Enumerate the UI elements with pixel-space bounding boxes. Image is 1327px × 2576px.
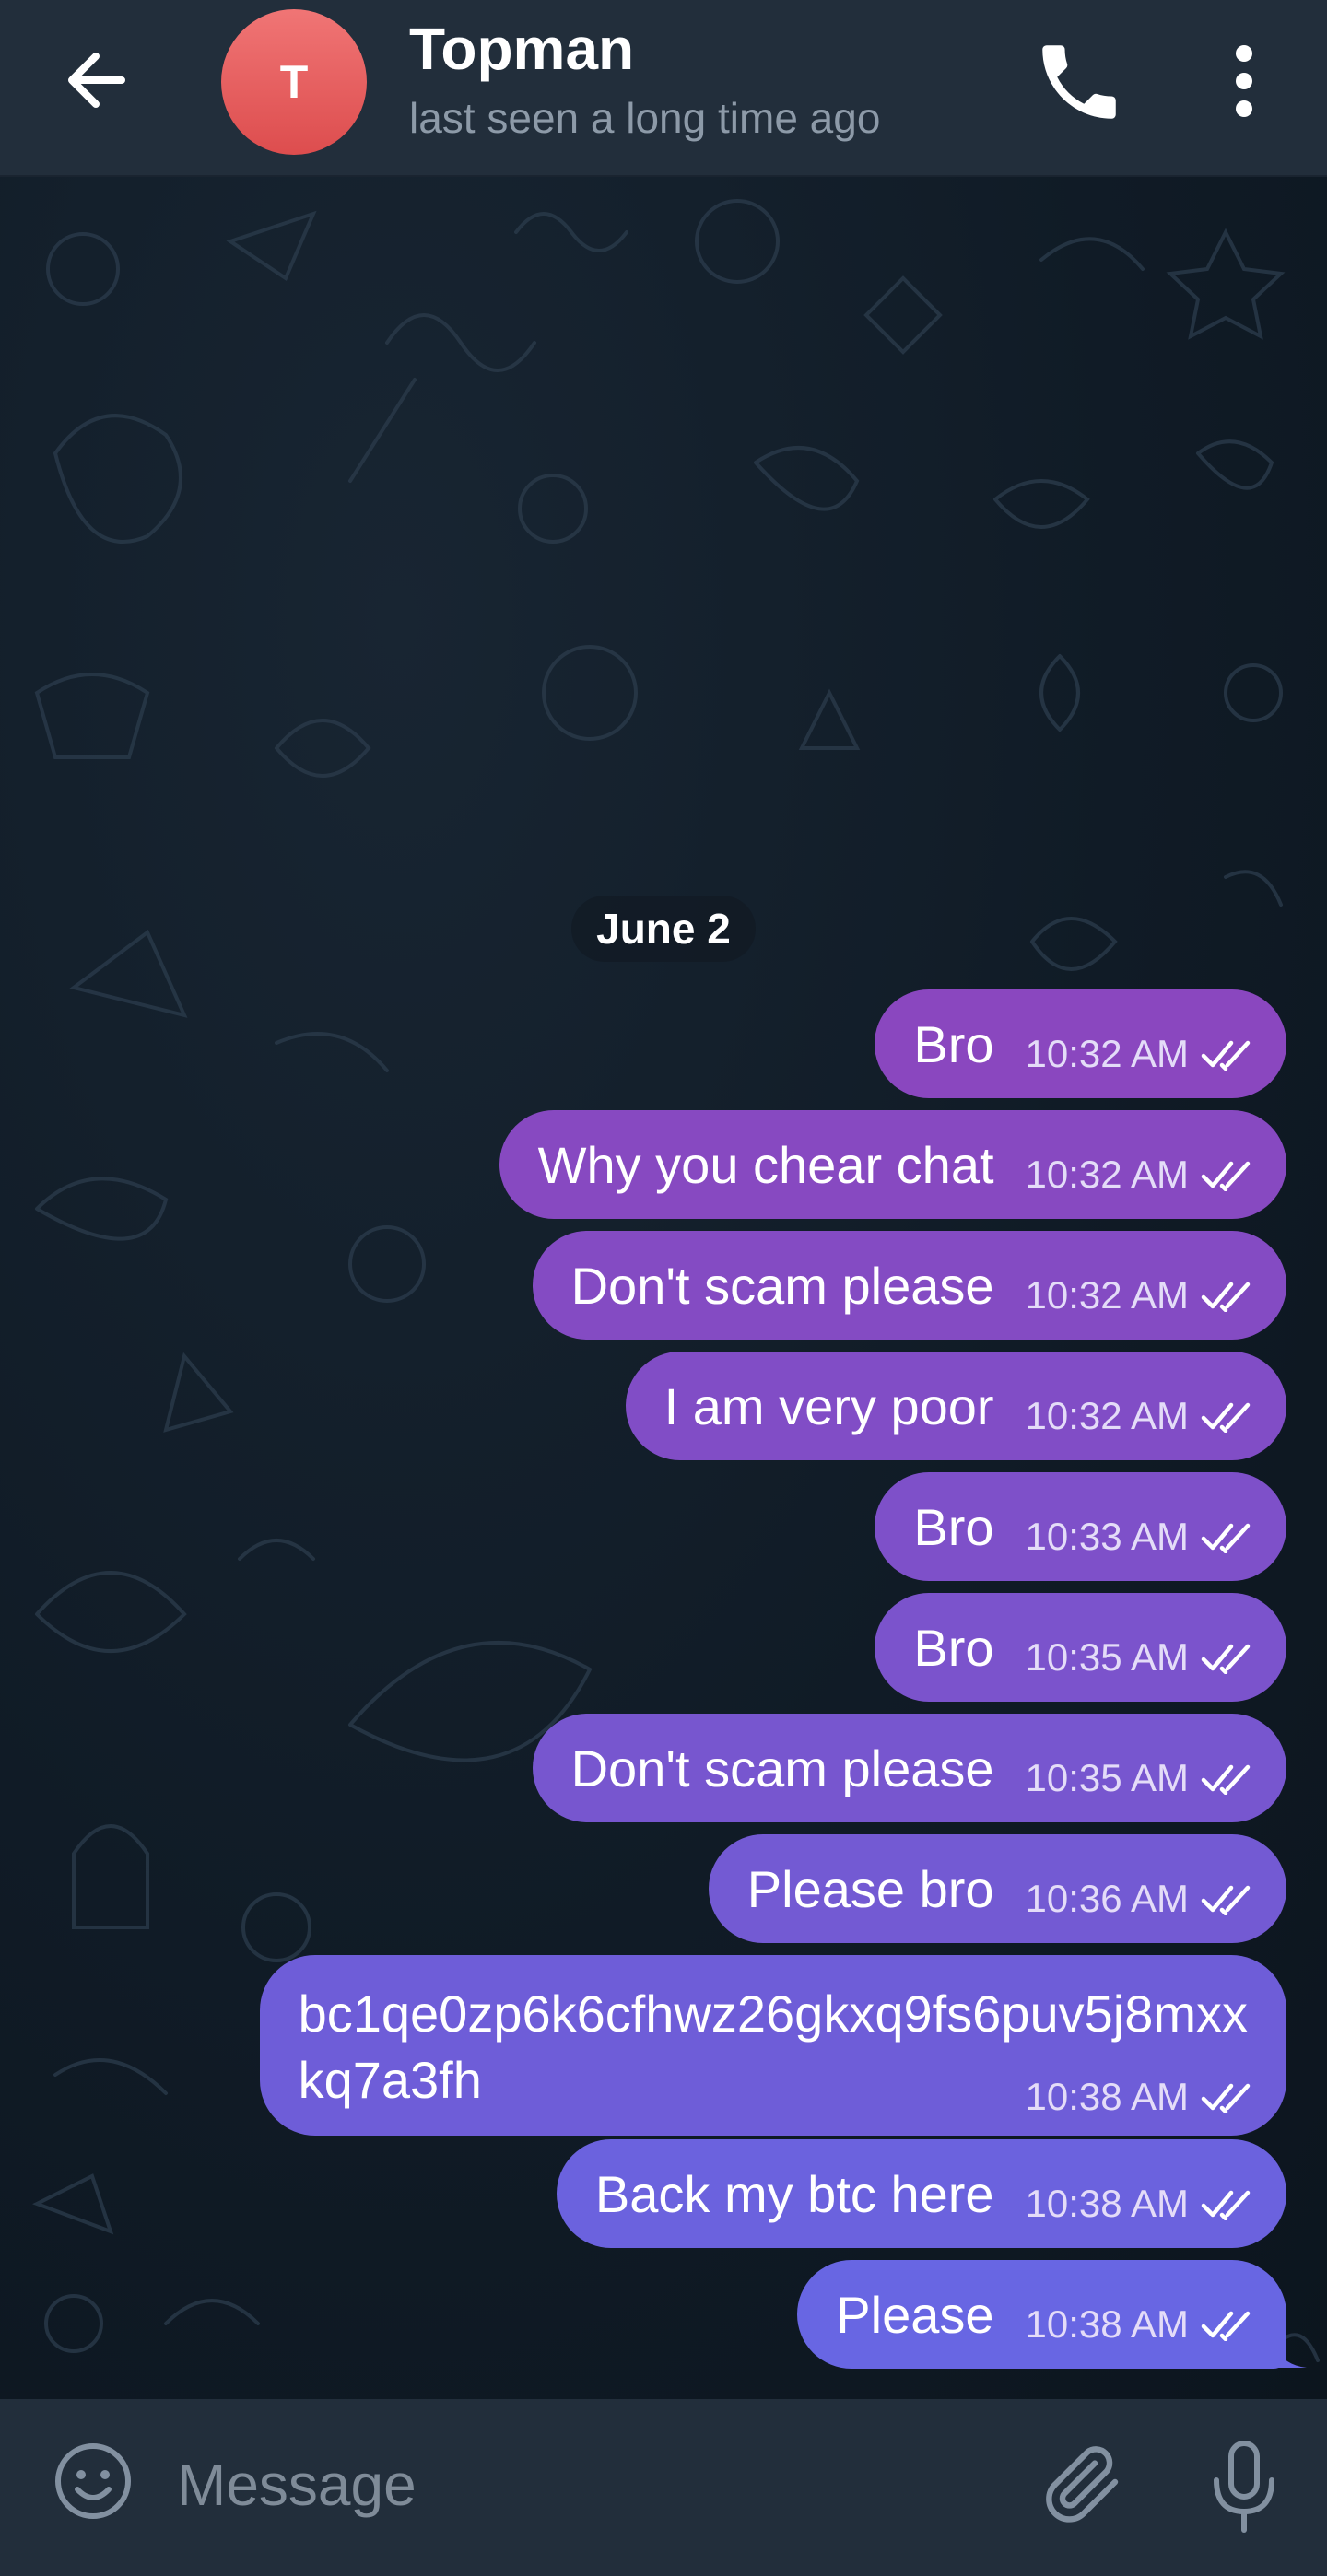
voice-message-button[interactable] [1204,2436,1285,2537]
emoji-icon [55,2443,131,2519]
contact-name[interactable]: Topman [409,15,634,83]
message-meta: 10:32 AM [1026,1394,1261,1438]
message-meta: 10:38 AM [1026,2302,1261,2347]
paperclip-icon [1046,2446,1119,2523]
message-meta: 10:33 AM [1026,1515,1261,1559]
attach-button[interactable] [1038,2436,1126,2532]
last-seen-status: last seen a long time ago [409,94,881,142]
phone-icon [1042,45,1116,119]
message-text: Please bro [746,1859,994,1918]
message-meta: 10:38 AM [1026,2075,1261,2119]
message-text: I am very poor [664,1376,994,1435]
message-time: 10:32 AM [1025,1394,1189,1437]
read-double-check-icon [1201,1161,1251,1191]
message-time: 10:35 AM [1025,1756,1189,1799]
message-time: 10:38 AM [1025,2182,1189,2225]
read-double-check-icon [1201,1040,1251,1071]
message-bubble[interactable]: Back my btc here 10:38 AM [556,2139,1286,2248]
message-bubble[interactable]: Please bro 10:36 AM [708,1834,1286,1943]
avatar-initial: T [279,56,309,108]
message-time: 10:33 AM [1025,1515,1189,1558]
message-bubble[interactable]: Bro 10:35 AM [875,1593,1286,1702]
read-double-check-icon [1201,1282,1251,1312]
read-double-check-icon [1201,2190,1251,2220]
message-bubble[interactable]: bc1qe0zp6k6cfhwz26gkxq9fs6puv5j8mxx kq7a… [259,1955,1286,2136]
message-bubble[interactable]: Bro 10:32 AM [875,989,1286,1098]
more-options-button[interactable] [1207,33,1281,131]
message-time: 10:36 AM [1025,1877,1189,1920]
read-double-check-icon [1201,1644,1251,1674]
back-button[interactable] [48,41,140,134]
read-double-check-icon [1201,1402,1251,1433]
microphone-icon [1214,2441,1274,2533]
message-time: 10:32 AM [1025,1273,1189,1317]
message-time: 10:38 AM [1025,2302,1189,2346]
message-input[interactable] [175,2438,1008,2532]
message-meta: 10:32 AM [1026,1273,1261,1317]
message-meta: 10:32 AM [1026,1153,1261,1197]
message-time: 10:38 AM [1025,2075,1189,2118]
message-text: Bro [913,1497,994,1556]
date-separator: June 2 [571,896,756,962]
message-text: Please [836,2285,994,2344]
bubble-tail [1272,2333,1307,2368]
message-text: Bro [913,1014,994,1073]
read-double-check-icon [1201,1885,1251,1915]
chat-header: T Topman last seen a long time ago [0,0,1327,177]
message-text: Don't scam please [570,1739,994,1797]
message-meta: 10:35 AM [1026,1756,1261,1800]
message-bubble[interactable]: Don't scam please 10:35 AM [532,1714,1286,1822]
message-text: Bro [913,1618,994,1677]
read-double-check-icon [1201,1523,1251,1553]
message-meta: 10:35 AM [1026,1635,1261,1680]
call-button[interactable] [1030,33,1128,131]
read-double-check-icon [1201,1764,1251,1795]
message-composer [0,2399,1327,2576]
message-bubble[interactable]: Don't scam please 10:32 AM [532,1231,1286,1340]
message-text: Back my btc here [594,2164,994,2223]
message-meta: 10:38 AM [1026,2182,1261,2226]
read-double-check-icon [1201,2083,1251,2113]
more-vertical-icon [1236,45,1252,117]
message-bubble[interactable]: Why you chear chat 10:32 AM [499,1110,1286,1219]
message-text: Why you chear chat [537,1135,994,1194]
message-bubble[interactable]: Bro 10:33 AM [875,1472,1286,1581]
message-time: 10:32 AM [1025,1153,1189,1196]
message-bubble[interactable]: I am very poor 10:32 AM [625,1352,1286,1460]
read-double-check-icon [1201,2311,1251,2341]
message-time: 10:35 AM [1025,1635,1189,1679]
message-time: 10:32 AM [1025,1032,1189,1075]
message-bubble[interactable]: Please 10:38 AM [797,2260,1286,2369]
message-list[interactable]: June 2 Bro 10:32 AM Why you chear chat 1… [0,177,1327,2399]
emoji-button[interactable] [52,2440,135,2523]
message-text: Don't scam please [570,1256,994,1315]
avatar[interactable]: T [221,9,367,155]
message-meta: 10:32 AM [1026,1032,1261,1076]
arrow-left-icon [68,53,125,108]
message-meta: 10:36 AM [1026,1877,1261,1921]
